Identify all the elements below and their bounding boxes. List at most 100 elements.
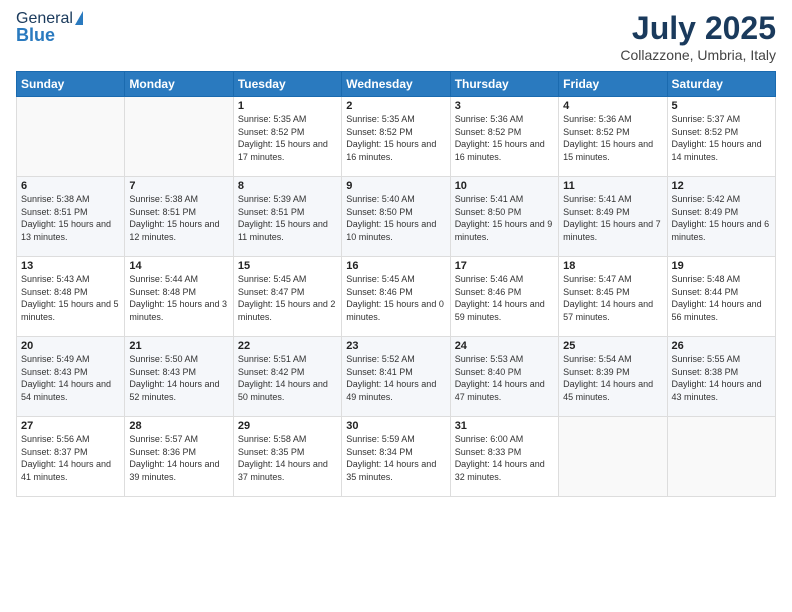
day-info: Sunrise: 5:45 AMSunset: 8:46 PMDaylight:…: [346, 273, 445, 323]
day-info: Sunrise: 5:38 AMSunset: 8:51 PMDaylight:…: [21, 193, 120, 243]
header: General Blue July 2025 Collazzone, Umbri…: [16, 10, 776, 63]
day-cell: 9Sunrise: 5:40 AMSunset: 8:50 PMDaylight…: [342, 177, 450, 257]
day-info: Sunrise: 5:58 AMSunset: 8:35 PMDaylight:…: [238, 433, 337, 483]
day-number: 1: [238, 100, 337, 112]
calendar: SundayMondayTuesdayWednesdayThursdayFrid…: [16, 71, 776, 497]
weekday-header-saturday: Saturday: [667, 72, 775, 97]
day-cell: [125, 97, 233, 177]
weekday-header-tuesday: Tuesday: [233, 72, 341, 97]
day-info: Sunrise: 5:54 AMSunset: 8:39 PMDaylight:…: [563, 353, 662, 403]
day-number: 27: [21, 420, 120, 432]
day-cell: 6Sunrise: 5:38 AMSunset: 8:51 PMDaylight…: [17, 177, 125, 257]
day-cell: 7Sunrise: 5:38 AMSunset: 8:51 PMDaylight…: [125, 177, 233, 257]
day-cell: 12Sunrise: 5:42 AMSunset: 8:49 PMDayligh…: [667, 177, 775, 257]
day-number: 21: [129, 340, 228, 352]
day-cell: 3Sunrise: 5:36 AMSunset: 8:52 PMDaylight…: [450, 97, 558, 177]
day-number: 26: [672, 340, 771, 352]
title-block: July 2025 Collazzone, Umbria, Italy: [620, 10, 776, 63]
day-info: Sunrise: 5:38 AMSunset: 8:51 PMDaylight:…: [129, 193, 228, 243]
day-cell: 13Sunrise: 5:43 AMSunset: 8:48 PMDayligh…: [17, 257, 125, 337]
day-number: 24: [455, 340, 554, 352]
weekday-header-row: SundayMondayTuesdayWednesdayThursdayFrid…: [17, 72, 776, 97]
day-number: 13: [21, 260, 120, 272]
day-info: Sunrise: 5:53 AMSunset: 8:40 PMDaylight:…: [455, 353, 554, 403]
day-info: Sunrise: 5:59 AMSunset: 8:34 PMDaylight:…: [346, 433, 445, 483]
day-number: 8: [238, 180, 337, 192]
logo-triangle-icon: [75, 11, 83, 25]
day-info: Sunrise: 5:39 AMSunset: 8:51 PMDaylight:…: [238, 193, 337, 243]
day-number: 5: [672, 100, 771, 112]
day-cell: 11Sunrise: 5:41 AMSunset: 8:49 PMDayligh…: [559, 177, 667, 257]
day-cell: 14Sunrise: 5:44 AMSunset: 8:48 PMDayligh…: [125, 257, 233, 337]
week-row-0: 1Sunrise: 5:35 AMSunset: 8:52 PMDaylight…: [17, 97, 776, 177]
day-number: 7: [129, 180, 228, 192]
day-number: 3: [455, 100, 554, 112]
day-number: 11: [563, 180, 662, 192]
weekday-header-thursday: Thursday: [450, 72, 558, 97]
day-cell: 19Sunrise: 5:48 AMSunset: 8:44 PMDayligh…: [667, 257, 775, 337]
weekday-header-monday: Monday: [125, 72, 233, 97]
day-number: 4: [563, 100, 662, 112]
day-number: 19: [672, 260, 771, 272]
day-cell: 23Sunrise: 5:52 AMSunset: 8:41 PMDayligh…: [342, 337, 450, 417]
day-cell: 29Sunrise: 5:58 AMSunset: 8:35 PMDayligh…: [233, 417, 341, 497]
day-cell: 22Sunrise: 5:51 AMSunset: 8:42 PMDayligh…: [233, 337, 341, 417]
day-cell: 16Sunrise: 5:45 AMSunset: 8:46 PMDayligh…: [342, 257, 450, 337]
logo: General Blue: [16, 10, 83, 46]
day-info: Sunrise: 5:40 AMSunset: 8:50 PMDaylight:…: [346, 193, 445, 243]
day-number: 18: [563, 260, 662, 272]
location-title: Collazzone, Umbria, Italy: [620, 47, 776, 63]
day-info: Sunrise: 5:48 AMSunset: 8:44 PMDaylight:…: [672, 273, 771, 323]
day-number: 23: [346, 340, 445, 352]
day-info: Sunrise: 5:51 AMSunset: 8:42 PMDaylight:…: [238, 353, 337, 403]
day-info: Sunrise: 5:35 AMSunset: 8:52 PMDaylight:…: [238, 113, 337, 163]
day-cell: [559, 417, 667, 497]
day-info: Sunrise: 5:42 AMSunset: 8:49 PMDaylight:…: [672, 193, 771, 243]
day-cell: 2Sunrise: 5:35 AMSunset: 8:52 PMDaylight…: [342, 97, 450, 177]
day-number: 30: [346, 420, 445, 432]
week-row-3: 20Sunrise: 5:49 AMSunset: 8:43 PMDayligh…: [17, 337, 776, 417]
day-cell: [17, 97, 125, 177]
week-row-2: 13Sunrise: 5:43 AMSunset: 8:48 PMDayligh…: [17, 257, 776, 337]
day-cell: 18Sunrise: 5:47 AMSunset: 8:45 PMDayligh…: [559, 257, 667, 337]
day-cell: 8Sunrise: 5:39 AMSunset: 8:51 PMDaylight…: [233, 177, 341, 257]
day-cell: 1Sunrise: 5:35 AMSunset: 8:52 PMDaylight…: [233, 97, 341, 177]
day-number: 29: [238, 420, 337, 432]
day-cell: 17Sunrise: 5:46 AMSunset: 8:46 PMDayligh…: [450, 257, 558, 337]
day-cell: 4Sunrise: 5:36 AMSunset: 8:52 PMDaylight…: [559, 97, 667, 177]
day-number: 22: [238, 340, 337, 352]
day-number: 2: [346, 100, 445, 112]
day-cell: 24Sunrise: 5:53 AMSunset: 8:40 PMDayligh…: [450, 337, 558, 417]
day-number: 15: [238, 260, 337, 272]
day-info: Sunrise: 5:50 AMSunset: 8:43 PMDaylight:…: [129, 353, 228, 403]
week-row-4: 27Sunrise: 5:56 AMSunset: 8:37 PMDayligh…: [17, 417, 776, 497]
day-cell: 30Sunrise: 5:59 AMSunset: 8:34 PMDayligh…: [342, 417, 450, 497]
day-number: 17: [455, 260, 554, 272]
day-number: 6: [21, 180, 120, 192]
month-title: July 2025: [620, 10, 776, 47]
day-cell: 5Sunrise: 5:37 AMSunset: 8:52 PMDaylight…: [667, 97, 775, 177]
day-info: Sunrise: 5:41 AMSunset: 8:50 PMDaylight:…: [455, 193, 554, 243]
page: General Blue July 2025 Collazzone, Umbri…: [0, 0, 792, 612]
week-row-1: 6Sunrise: 5:38 AMSunset: 8:51 PMDaylight…: [17, 177, 776, 257]
day-info: Sunrise: 5:55 AMSunset: 8:38 PMDaylight:…: [672, 353, 771, 403]
day-number: 28: [129, 420, 228, 432]
day-info: Sunrise: 5:57 AMSunset: 8:36 PMDaylight:…: [129, 433, 228, 483]
day-number: 20: [21, 340, 120, 352]
day-cell: 10Sunrise: 5:41 AMSunset: 8:50 PMDayligh…: [450, 177, 558, 257]
day-cell: 26Sunrise: 5:55 AMSunset: 8:38 PMDayligh…: [667, 337, 775, 417]
day-info: Sunrise: 6:00 AMSunset: 8:33 PMDaylight:…: [455, 433, 554, 483]
day-number: 31: [455, 420, 554, 432]
day-info: Sunrise: 5:52 AMSunset: 8:41 PMDaylight:…: [346, 353, 445, 403]
day-info: Sunrise: 5:35 AMSunset: 8:52 PMDaylight:…: [346, 113, 445, 163]
day-info: Sunrise: 5:37 AMSunset: 8:52 PMDaylight:…: [672, 113, 771, 163]
day-info: Sunrise: 5:46 AMSunset: 8:46 PMDaylight:…: [455, 273, 554, 323]
day-cell: 20Sunrise: 5:49 AMSunset: 8:43 PMDayligh…: [17, 337, 125, 417]
day-cell: 21Sunrise: 5:50 AMSunset: 8:43 PMDayligh…: [125, 337, 233, 417]
day-number: 10: [455, 180, 554, 192]
day-info: Sunrise: 5:44 AMSunset: 8:48 PMDaylight:…: [129, 273, 228, 323]
day-info: Sunrise: 5:36 AMSunset: 8:52 PMDaylight:…: [563, 113, 662, 163]
day-info: Sunrise: 5:43 AMSunset: 8:48 PMDaylight:…: [21, 273, 120, 323]
logo-blue-text: Blue: [16, 25, 83, 46]
day-cell: 28Sunrise: 5:57 AMSunset: 8:36 PMDayligh…: [125, 417, 233, 497]
